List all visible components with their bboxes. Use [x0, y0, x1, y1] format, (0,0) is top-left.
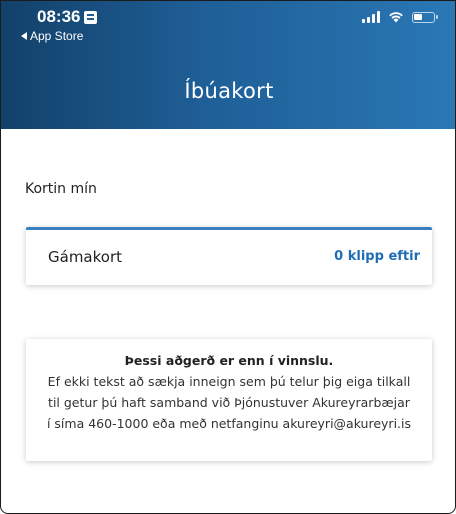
- container-card[interactable]: Gámakort 0 klipp eftir: [26, 227, 432, 285]
- notice-title: Þessi aðgerð er enn í vinnslu.: [124, 353, 334, 368]
- cell-signal-icon: [362, 11, 380, 23]
- info-notice: Þessi aðgerð er enn í vinnslu. Ef ekki t…: [26, 339, 432, 461]
- back-triangle-icon: [21, 32, 27, 40]
- status-indicators: [362, 11, 438, 23]
- card-name: Gámakort: [48, 248, 122, 266]
- notice-line-1: Ef ekki tekst að sækja inneign sem þú te…: [47, 374, 411, 389]
- app-screen: 08:36 App Store Íbúakort Kortin mín Gáma…: [0, 0, 456, 514]
- notice-line-3: í síma 460-1000 eða með netfanginu akure…: [46, 416, 412, 431]
- status-time: 08:36: [37, 7, 81, 26]
- page-title: Íbúakort: [184, 79, 274, 103]
- status-bar-time-group: 08:36: [37, 7, 98, 27]
- section-label-my-cards: Kortin mín: [25, 181, 97, 197]
- back-to-app-store[interactable]: App Store: [21, 29, 83, 43]
- card-remaining-count: 0 klipp eftir: [334, 249, 420, 264]
- notice-line-2: til getur þú haft samband við Þjónustuve…: [48, 395, 410, 410]
- battery-icon: [412, 11, 438, 23]
- app-header: 08:36 App Store Íbúakort: [1, 1, 455, 129]
- wifi-icon: [388, 11, 404, 23]
- back-label: App Store: [30, 29, 84, 43]
- id-card-icon: [84, 10, 98, 24]
